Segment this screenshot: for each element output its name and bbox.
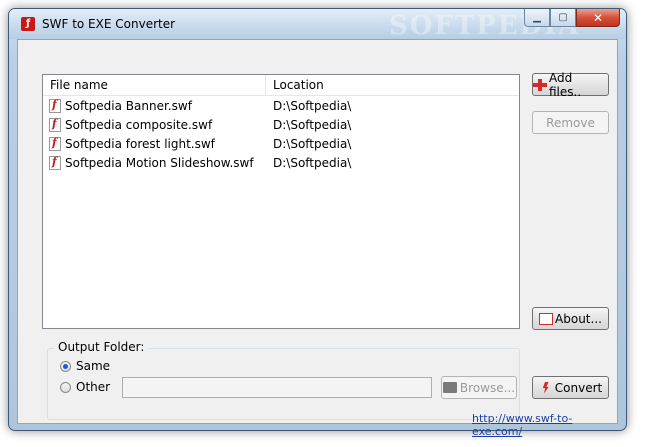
file-name-cell: Softpedia Banner.swf bbox=[43, 98, 266, 113]
add-icon bbox=[533, 78, 547, 91]
table-row[interactable]: Softpedia composite.swf D:\Softpedia\ bbox=[43, 115, 519, 134]
table-row[interactable]: Softpedia Banner.swf D:\Softpedia\ bbox=[43, 96, 519, 115]
file-list-rows: Softpedia Banner.swf D:\Softpedia\ Softp… bbox=[43, 96, 519, 172]
radio-other[interactable]: Other bbox=[60, 380, 110, 394]
main-window: ƒ SWF to EXE Converter SOFTPEDIA ▁ ▢ ✕ F… bbox=[8, 8, 627, 438]
file-name-cell: Softpedia Motion Slideshow.swf bbox=[43, 155, 266, 170]
radio-same-label: Same bbox=[76, 359, 111, 373]
remove-button[interactable]: Remove bbox=[532, 111, 609, 134]
add-files-label: Add files.. bbox=[548, 70, 582, 99]
table-row[interactable]: Softpedia Motion Slideshow.swf D:\Softpe… bbox=[43, 153, 519, 172]
convert-label: Convert bbox=[554, 380, 603, 395]
table-row[interactable]: Softpedia forest light.swf D:\Softpedia\ bbox=[43, 134, 519, 153]
radio-other-label: Other bbox=[76, 380, 111, 394]
output-path-input[interactable] bbox=[122, 377, 432, 398]
file-location: D:\Softpedia\ bbox=[273, 155, 352, 170]
swf-file-icon bbox=[49, 117, 61, 132]
title-bar[interactable]: ƒ SWF to EXE Converter SOFTPEDIA ▁ ▢ ✕ bbox=[9, 9, 626, 41]
file-name-cell: Softpedia forest light.swf bbox=[43, 136, 266, 151]
file-list-header: File name Location bbox=[43, 75, 519, 96]
close-icon: ✕ bbox=[592, 10, 604, 25]
app-icon: ƒ bbox=[21, 17, 35, 31]
convert-icon bbox=[539, 382, 553, 394]
remove-label: Remove bbox=[546, 115, 595, 130]
convert-button[interactable]: Convert bbox=[532, 376, 609, 399]
caption-buttons: ▁ ▢ ✕ bbox=[524, 9, 620, 28]
file-list[interactable]: File name Location Softpedia Banner.swf … bbox=[42, 74, 520, 329]
maximize-icon: ▢ bbox=[558, 12, 568, 23]
window-title: SWF to EXE Converter bbox=[42, 17, 176, 31]
file-name: Softpedia composite.swf bbox=[65, 117, 213, 132]
folder-icon bbox=[442, 382, 457, 393]
output-folder-label: Output Folder: bbox=[54, 340, 149, 354]
file-name: Softpedia Banner.swf bbox=[65, 98, 192, 113]
about-button[interactable]: About... bbox=[532, 307, 609, 330]
file-name: Softpedia Motion Slideshow.swf bbox=[65, 155, 254, 170]
swf-file-icon bbox=[49, 155, 61, 170]
column-header-location[interactable]: Location bbox=[266, 75, 519, 95]
radio-same[interactable]: Same bbox=[60, 359, 110, 373]
file-name-cell: Softpedia composite.swf bbox=[43, 117, 266, 132]
minimize-icon: ▁ bbox=[533, 12, 541, 23]
browse-button[interactable]: Browse... bbox=[441, 376, 517, 399]
swf-file-icon bbox=[49, 136, 61, 151]
add-files-button[interactable]: Add files.. bbox=[532, 70, 609, 99]
file-location: D:\Softpedia\ bbox=[273, 98, 352, 113]
radio-other-indicator[interactable] bbox=[60, 381, 71, 393]
file-location: D:\Softpedia\ bbox=[273, 136, 352, 151]
minimize-button[interactable]: ▁ bbox=[524, 9, 550, 27]
close-button[interactable]: ✕ bbox=[576, 9, 620, 27]
file-location: D:\Softpedia\ bbox=[273, 117, 352, 132]
website-link[interactable]: http://www.swf-to-exe.com/ bbox=[472, 412, 622, 438]
file-name: Softpedia forest light.swf bbox=[65, 136, 215, 151]
maximize-button[interactable]: ▢ bbox=[550, 9, 576, 27]
about-icon bbox=[539, 312, 554, 325]
swf-file-icon bbox=[49, 98, 61, 113]
about-label: About... bbox=[555, 311, 602, 326]
client-area: File name Location Softpedia Banner.swf … bbox=[17, 39, 618, 438]
column-header-file-name[interactable]: File name bbox=[43, 75, 266, 95]
radio-same-indicator[interactable] bbox=[60, 360, 71, 372]
browse-label: Browse... bbox=[459, 380, 516, 395]
